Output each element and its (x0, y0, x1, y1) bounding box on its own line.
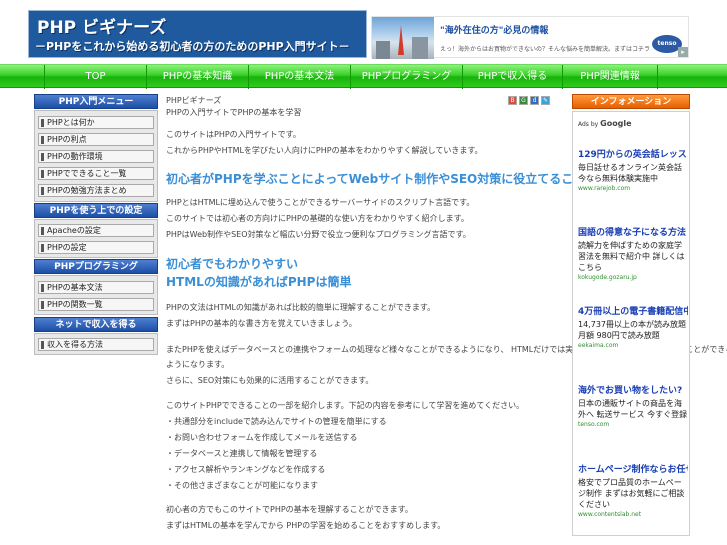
header-banner-ad[interactable]: "海外在住の方"必見の情報 えっ！海外からはお買物ができないの？そんな悩みを簡単… (371, 16, 689, 59)
ad-url[interactable]: tenso.com (578, 421, 688, 428)
banner-text: えっ！海外からはお買物ができないの？そんな悩みを簡単解決。まずはコチラ (440, 46, 651, 53)
sidebar-programming-list: PHPの基本文法 PHPの関数一覧 (34, 275, 158, 315)
share-icons: B Gd ✎ (508, 95, 552, 105)
ad-title[interactable]: ホームページ制作ならお任せ (578, 462, 688, 475)
ad-description: 毎日話せるオンライン英会話 今なら無料体験実施中 (578, 163, 682, 183)
sidebar-income-list: 収入を得る方法 (34, 333, 158, 355)
ad-title[interactable]: 海外でお買い物をしたい? (578, 383, 688, 396)
ads-panel: Ads by Google 129円からの英会話レッスン 毎日話せるオンライン英… (572, 111, 690, 536)
ad-url[interactable]: www.contentslab.net (578, 511, 688, 518)
sidebar-settings-list: Apacheの設定 PHPの設定 (34, 219, 158, 258)
site-logo[interactable]: PHP ビギナーズ －PHPをこれから始める初心者の方のためのPHP入門サイト－ (28, 10, 367, 58)
nav-programming[interactable]: PHPプログラミング (350, 65, 462, 89)
delicious-icon[interactable]: d (530, 96, 539, 105)
ad-url[interactable]: eekaima.com (578, 342, 688, 349)
sidebar-item-study[interactable]: PHPの勉強方法まとめ (38, 184, 154, 197)
paragraph-line: ようになります。 (166, 360, 230, 369)
list-item: ・アクセス解析やランキングなどを作成する (166, 465, 326, 474)
banner-headline[interactable]: "海外在住の方"必見の情報 (440, 23, 548, 36)
section-heading: HTMLの知識があればPHPは簡単 (166, 275, 352, 289)
ad-url[interactable]: kokugode.gozaru.jp (578, 274, 688, 281)
paragraph-line: PHPの文法はHTMLの知識があれば比較的簡単に理解することができます。 (166, 303, 436, 312)
ad-description: 読解力を伸ばすための家庭学習法を無料で紹介中 詳しくはこちら (578, 241, 685, 272)
ad-unit[interactable]: 129円からの英会話レッスン 毎日話せるオンライン英会話 今なら無料体験実施中 … (578, 147, 688, 192)
page-subtitle: PHPの入門サイトでPHPの基本を学習 (166, 108, 302, 117)
list-item: ・共通部分をincludeで読み込んでサイトの管理を簡単にする (166, 417, 387, 426)
intro-line: このサイトはPHPの入門サイトです。 (166, 130, 301, 139)
paragraph-line: まずはPHPの基本的な書き方を覚えていきましょう。 (166, 319, 357, 328)
paragraph-line: このサイトPHPでできることの一部を紹介します。下記の内容を参考にして学習を進め… (166, 401, 525, 410)
list-item: ・データベースと連携して情報を管理する (166, 449, 318, 458)
paragraph-line: まずはHTMLの基本を学んでから PHPの学習を始めることをおすすめします。 (166, 521, 446, 530)
paragraph-line: PHPとはHTMLに埋め込んで使うことができるサーバーサイドのスクリプト言語です… (166, 198, 475, 207)
breadcrumb[interactable]: PHPビギナーズ (166, 95, 221, 106)
list-item: ・その他さまざまなことが可能になります (166, 481, 318, 490)
ad-description: 格安でプロ品質のホームページ制作 まずはお気軽にご相談ください (578, 478, 685, 509)
share-link-icon[interactable]: ✎ (541, 96, 550, 105)
sidebar-heading-settings: PHPを使う上での設定 (34, 203, 158, 218)
sidebar-item-environment[interactable]: PHPの動作環境 (38, 150, 154, 163)
sidebar-menu-list: PHPとは何か PHPの利点 PHPの動作環境 PHPでできること一覧 PHPの… (34, 110, 158, 202)
logo-subtitle: －PHPをこれから始める初心者の方のためのPHP入門サイト－ (35, 40, 350, 53)
logo-title: PHP ビギナーズ (37, 18, 167, 38)
paragraph-line: PHPはWeb制作やSEO対策など幅広い分野で役立つ便利なプログラミング言語です… (166, 230, 471, 239)
ad-choices-icon[interactable]: ▸ (678, 47, 688, 57)
sidebar-item-functions[interactable]: PHPの関数一覧 (38, 298, 154, 311)
paragraph-line: このサイトでは初心者の方向けにPHPの基礎的な使い方をわかりやすく紹介します。 (166, 214, 469, 223)
nav-syntax[interactable]: PHPの基本文法 (248, 65, 350, 89)
ad-unit[interactable]: 国語の得意な子になる方法 読解力を伸ばすための家庭学習法を無料で紹介中 詳しくは… (578, 225, 688, 281)
tokyo-tower-image (372, 17, 434, 59)
sidebar-item-apache[interactable]: Apacheの設定 (38, 224, 154, 237)
sidebar-item-earn[interactable]: 収入を得る方法 (38, 338, 154, 351)
nav-basics[interactable]: PHPの基本知識 (146, 65, 248, 89)
ad-unit[interactable]: ホームページ制作ならお任せ 格安でプロ品質のホームページ制作 まずはお気軽にご相… (578, 462, 688, 518)
bookmark-icon[interactable]: B (508, 96, 517, 105)
sidebar-heading-menu: PHP入門メニュー (34, 94, 158, 109)
paragraph-line: 初心者の方でもこのサイトでPHPの基本を理解することができます。 (166, 505, 413, 514)
ad-title[interactable]: 4万冊以上の電子書籍配信中 (578, 304, 688, 317)
sidebar-heading-income: ネットで収入を得る (34, 317, 158, 332)
ad-description: 14,737冊以上の本が読み放題 月額 980円で読み放題 (578, 320, 686, 340)
list-item: ・お問い合わせフォームを作成してメールを送信する (166, 433, 358, 442)
ad-description: 日本の通販サイトの商品を海外へ 転送サービス 今すぐ登録 (578, 399, 688, 419)
sidebar-item-syntax[interactable]: PHPの基本文法 (38, 281, 154, 294)
ad-url[interactable]: www.rarejob.com (578, 185, 688, 192)
sidebar-item-what-is-php[interactable]: PHPとは何か (38, 116, 154, 129)
section-heading: 初心者でもわかりやすい (166, 257, 299, 271)
sidebar-item-advantages[interactable]: PHPの利点 (38, 133, 154, 146)
sidebar-item-php-settings[interactable]: PHPの設定 (38, 241, 154, 254)
intro-line: これからPHPやHTMLを学びたい人向けにPHPの基本をわかりやすく解説していき… (166, 146, 483, 155)
ad-title[interactable]: 129円からの英会話レッスン (578, 147, 688, 160)
ads-by-google[interactable]: Ads by Google (578, 119, 632, 128)
ad-title[interactable]: 国語の得意な子になる方法 (578, 225, 688, 238)
main-nav: TOP PHPの基本知識 PHPの基本文法 PHPプログラミング PHPで収入得… (0, 64, 727, 89)
ad-unit[interactable]: 4万冊以上の電子書籍配信中 14,737冊以上の本が読み放題 月額 980円で読… (578, 304, 688, 349)
google-bookmark-icon[interactable]: G (519, 96, 528, 105)
sidebar-heading-programming: PHPプログラミング (34, 259, 158, 274)
nav-related[interactable]: PHP関連情報 (562, 65, 658, 89)
ad-unit[interactable]: 海外でお買い物をしたい? 日本の通販サイトの商品を海外へ 転送サービス 今すぐ登… (578, 383, 688, 428)
nav-top[interactable]: TOP (44, 65, 146, 89)
nav-income[interactable]: PHPで収入得る (462, 65, 562, 89)
information-heading: インフォメーション (572, 94, 690, 109)
sidebar-item-capabilities[interactable]: PHPでできること一覧 (38, 167, 154, 180)
paragraph-line: さらに、SEO対策にも効果的に活用することができます。 (166, 376, 374, 385)
